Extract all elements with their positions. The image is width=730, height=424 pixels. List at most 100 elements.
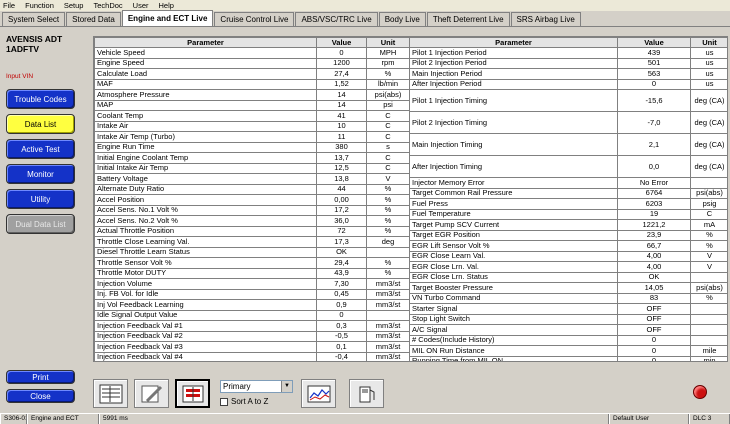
table-row[interactable]: Injection Feedback Val #2 -0,5 mm3/st [94, 330, 410, 342]
table-row[interactable]: Target EGR Position 23,9% [409, 229, 727, 241]
table-row[interactable]: Starter Signal OFF [409, 303, 727, 315]
table-row[interactable]: Throttle Close Learning Val. 17,3 deg [94, 236, 410, 248]
table-row[interactable]: After Injection Timing 0,0 deg (CA) [409, 155, 727, 178]
column-header-unit[interactable]: Unit [366, 37, 410, 48]
table-row[interactable]: Pilot 2 Injection Timing -7,0 deg (CA) [409, 111, 727, 134]
table-row[interactable]: Pilot 1 Injection Period 439 us [409, 47, 727, 59]
table-row[interactable]: Main Injection Period 563 us [409, 68, 727, 80]
table-row[interactable]: Vehicle Speed 0 MPH [94, 47, 410, 59]
tab-cruise-control-live[interactable]: Cruise Control Live [214, 12, 295, 26]
table-row[interactable]: Target Pump SCV Current 1221,2 mA [409, 219, 727, 231]
checkbox-box[interactable] [220, 397, 228, 406]
table-row[interactable]: MAF 1,52 lb/min [94, 78, 410, 90]
column-header-value[interactable]: Value [617, 37, 691, 48]
cell-parameter: Intake Air Temp (Turbo) [94, 131, 317, 143]
table-row[interactable]: Intake Air Temp (Turbo) 11 C [94, 131, 410, 143]
table-row[interactable]: Injection Feedback Val #4 -0,4 mm3/st [94, 351, 410, 361]
input-vin-link[interactable]: Input VIN [6, 73, 33, 80]
table-row[interactable]: Injection Feedback Val #1 0,3 mm3/st [94, 320, 410, 332]
table-row[interactable]: Battery Voltage 13,8 V [94, 173, 410, 185]
tab-theft-deterrent-live[interactable]: Theft Deterrent Live [426, 12, 510, 26]
table-row[interactable]: Running Time from MIL ON 0 min [409, 355, 727, 361]
table-row[interactable]: Main Injection Timing 2,1 deg (CA) [409, 133, 727, 156]
table-row[interactable]: Inj Vol Feedback Learning 0,9 mm3/st [94, 299, 410, 311]
tab-system-select[interactable]: System Select [2, 12, 66, 26]
table-row[interactable]: A/C Signal OFF [409, 324, 727, 336]
list-view-button[interactable] [93, 379, 128, 408]
table-row[interactable]: After Injection Period 0 us [409, 78, 727, 90]
menu-item-help[interactable]: Help [159, 1, 174, 10]
column-header-parameter[interactable]: Parameter [409, 37, 618, 48]
table-row[interactable]: Injector Memory Error No Error [409, 177, 727, 189]
tab-body-live[interactable]: Body Live [378, 12, 426, 26]
table-row[interactable]: Alternate Duty Ratio 44% [94, 183, 410, 195]
sort-a-to-z-checkbox[interactable]: Sort A to Z [220, 397, 268, 406]
table-row[interactable]: Initial Intake Air Temp 12,5 C [94, 162, 410, 174]
edit-list-button[interactable] [134, 379, 169, 408]
table-row[interactable]: Accel Sens. No.2 Volt % 36,0% [94, 215, 410, 227]
print-button[interactable]: Print [6, 370, 75, 384]
tab-engine-and-ect-live[interactable]: Engine and ECT Live [121, 10, 214, 26]
column-header-parameter[interactable]: Parameter [94, 37, 317, 48]
table-row[interactable]: Target Common Rail Pressure 6764 psi(abs) [409, 187, 727, 199]
dual-data-list-button[interactable]: Dual Data List [6, 214, 75, 234]
table-row[interactable]: Throttle Sensor Volt % 29,4% [94, 257, 410, 269]
table-row[interactable]: Fuel Temperature 19 C [409, 208, 727, 220]
table-row[interactable]: EGR Close Lrn. Val. 4,00 V [409, 261, 727, 273]
fuel-icon-button[interactable] [349, 379, 384, 408]
table-row[interactable]: EGR Close Lrn. Status OK [409, 271, 727, 283]
table-row[interactable]: Inj. FB Vol. for Idle 0,45 mm3/st [94, 288, 410, 300]
trouble-codes-button[interactable]: Trouble Codes [6, 89, 75, 109]
tab-srs-airbag-live[interactable]: SRS Airbag Live [510, 12, 581, 26]
table-row[interactable]: Initial Engine Coolant Temp 13,7 C [94, 152, 410, 164]
table-row[interactable]: Actual Throttle Position 72% [94, 225, 410, 237]
table-row[interactable]: VN Turbo Command 83% [409, 292, 727, 304]
table-row[interactable]: MAP 14 psi [94, 99, 410, 111]
monitor-button[interactable]: Monitor [6, 164, 75, 184]
cell-value: 7,30 [316, 278, 367, 290]
table-row[interactable]: MIL ON Run Distance 0 mile [409, 345, 727, 357]
table-row[interactable]: Engine Run Time 380 s [94, 141, 410, 153]
menu-item-file[interactable]: File [3, 1, 15, 10]
cell-parameter: Initial Intake Air Temp [94, 162, 317, 174]
table-row[interactable]: EGR Lift Sensor Volt % 66,7% [409, 240, 727, 252]
table-row[interactable]: Accel Sens. No.1 Volt % 17,2% [94, 204, 410, 216]
close-button[interactable]: Close [6, 389, 75, 403]
table-row[interactable]: Fuel Press 6203 psig [409, 198, 727, 210]
table-row[interactable]: Coolant Temp 41 C [94, 110, 410, 122]
table-row[interactable]: Stop Light Switch OFF [409, 313, 727, 325]
table-row[interactable]: Engine Speed 1200 rpm [94, 57, 410, 69]
table-row[interactable]: Target Booster Pressure 14,05 psi(abs) [409, 282, 727, 294]
record-snapshot-button[interactable] [175, 379, 210, 408]
table-row[interactable]: Pilot 1 Injection Timing -15,6 deg (CA) [409, 89, 727, 112]
menu-item-techdoc[interactable]: TechDoc [93, 1, 122, 10]
active-test-button[interactable]: Active Test [6, 139, 75, 159]
record-button[interactable] [693, 385, 707, 399]
menu-item-user[interactable]: User [133, 1, 149, 10]
menu-item-function[interactable]: Function [25, 1, 54, 10]
table-row[interactable]: Pilot 2 Injection Period 501 us [409, 57, 727, 69]
graph-view-button[interactable] [301, 379, 336, 408]
parameter-group-select[interactable]: Primary ▼ [220, 380, 293, 393]
table-row[interactable]: Throttle Motor DUTY 43,9% [94, 267, 410, 279]
table-row[interactable]: Atmosphere Pressure 14 psi(abs) [94, 89, 410, 101]
table-row[interactable]: Calculate Load 27,4% [94, 68, 410, 80]
menu-item-setup[interactable]: Setup [64, 1, 84, 10]
column-header-value[interactable]: Value [316, 37, 367, 48]
tab-abs-vsc-trc-live[interactable]: ABS/VSC/TRC Live [295, 12, 378, 26]
tab-stored-data[interactable]: Stored Data [66, 12, 121, 26]
cell-parameter: Calculate Load [94, 68, 317, 80]
data-list-button[interactable]: Data List [6, 114, 75, 134]
table-row[interactable]: Accel Position 0,00% [94, 194, 410, 206]
utility-button[interactable]: Utility [6, 189, 75, 209]
column-header-unit[interactable]: Unit [690, 37, 727, 48]
table-row[interactable]: Idle Signal Output Value 0 [94, 309, 410, 321]
table-row[interactable]: Intake Air 10 C [94, 120, 410, 132]
cell-value: 0 [617, 355, 691, 361]
table-row[interactable]: Injection Volume 7,30 mm3/st [94, 278, 410, 290]
table-row[interactable]: Injection Feedback Val #3 0,1 mm3/st [94, 341, 410, 353]
cell-parameter: Accel Position [94, 194, 317, 206]
table-row[interactable]: EGR Close Learn Val. 4,00 V [409, 250, 727, 262]
table-row[interactable]: # Codes(Include History) 0 [409, 334, 727, 346]
table-row[interactable]: Diesel Throttle Learn Status OK [94, 246, 410, 258]
